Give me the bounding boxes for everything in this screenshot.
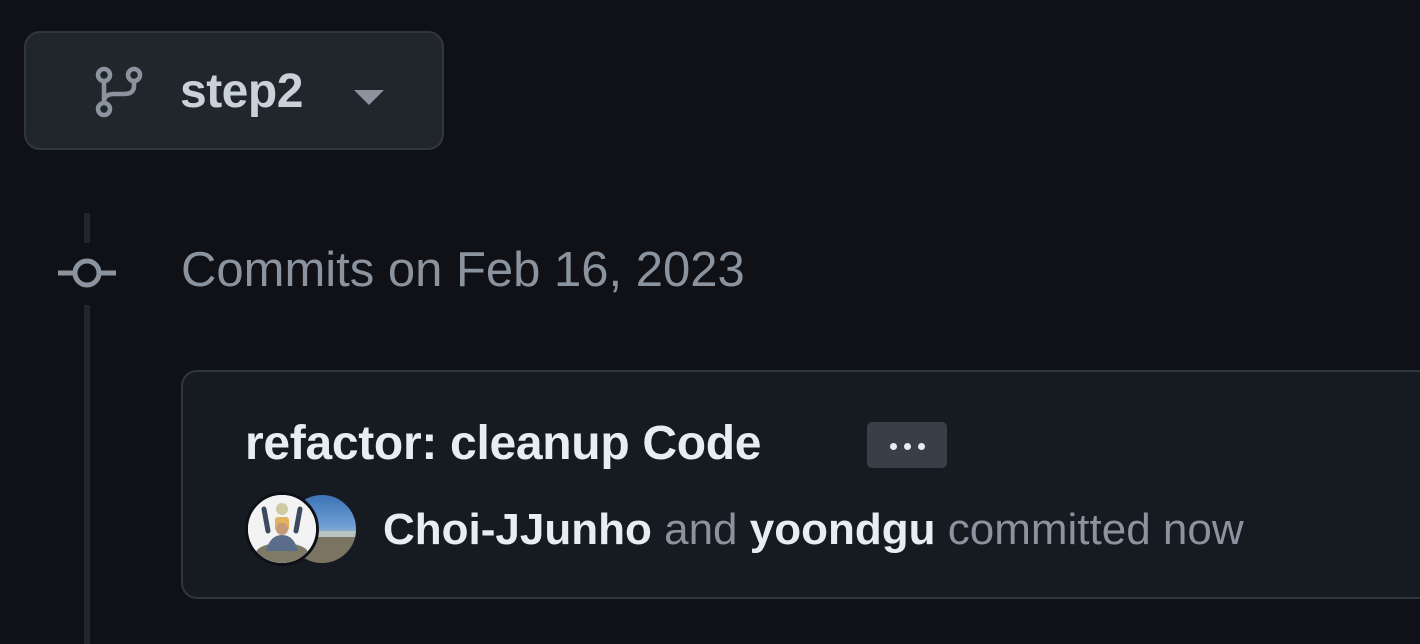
timeline-line xyxy=(84,305,90,644)
commit-date-heading: Commits on Feb 16, 2023 xyxy=(181,243,745,297)
branch-name: step2 xyxy=(180,65,303,118)
commit-title-link[interactable]: refactor: cleanup Code xyxy=(245,414,761,474)
git-branch-icon xyxy=(95,66,143,118)
ellipsis-icon xyxy=(890,443,897,450)
author-link[interactable]: yoondgu xyxy=(750,505,936,554)
avatar-photo xyxy=(248,495,316,563)
author-connector: and xyxy=(664,505,738,554)
commit-time: committed now xyxy=(947,505,1244,554)
git-commit-icon xyxy=(58,258,116,288)
commit-author-line: Choi-JJunho and yoondgu committed now xyxy=(383,500,1244,560)
timeline-line xyxy=(84,213,90,243)
commit-card: refactor: cleanup Code Choi-JJunho and y… xyxy=(181,370,1420,599)
show-description-button[interactable] xyxy=(867,422,947,468)
triangle-down-icon xyxy=(354,90,384,105)
avatar[interactable] xyxy=(245,492,319,566)
author-link[interactable]: Choi-JJunho xyxy=(383,505,652,554)
ellipsis-icon xyxy=(904,443,911,450)
branch-selector-button[interactable]: step2 xyxy=(24,31,444,150)
ellipsis-icon xyxy=(918,443,925,450)
commits-page: step2 Commits on Feb 16, 2023 refactor: … xyxy=(0,0,1420,644)
